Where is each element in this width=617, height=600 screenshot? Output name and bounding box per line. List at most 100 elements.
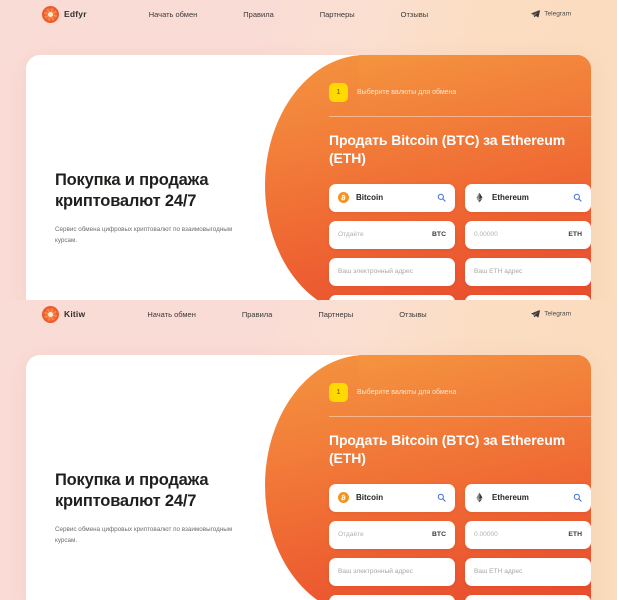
nav-item-partners[interactable]: Партнеры [320,10,355,19]
give-ticker: BTC [432,231,446,239]
telegram-link[interactable]: Telegram [531,310,571,319]
email-placeholder: Ваш электронный адрес [338,268,413,276]
exchange-title: Продать Bitcoin (BTC) за Ethereum (ETH) [329,132,566,166]
give-amount-placeholder: Отдаёте [338,231,364,239]
give-currency-name: Bitcoin [356,193,384,203]
main-nav: Начать обмен Правила Партнеры Отзывы [147,310,426,319]
site-header: Edfyr Начать обмен Правила Партнеры Отзы… [0,0,617,28]
give-currency-select[interactable]: Bitcoin [329,183,455,212]
amount-row: Отдаёте BTC 0.00000 ETH [329,520,591,549]
site-header: Kitiw Начать обмен Правила Партнеры Отзы… [0,300,617,328]
brand-name: Kitiw [64,309,86,319]
page-title: Покупка и продажа криптовалют 24/7 [55,171,209,211]
exchange-form: 1 Выберите валюты для обмена Продать Bit… [329,383,591,600]
nav-item-rules[interactable]: Правила [243,10,273,19]
bitcoin-icon [338,192,349,204]
step-row: 1 Выберите валюты для обмена [329,83,591,102]
email-cell: Ваш электронный адрес [329,257,455,286]
get-currency-cell: Ethereum [465,483,591,512]
telegram-label: Telegram [544,10,571,18]
search-icon[interactable] [437,193,446,202]
address-row: Ваш электронный адрес Ваш ETH адрес [329,257,591,286]
flame-spiral-logo-icon [42,5,59,23]
search-icon[interactable] [437,493,446,502]
get-currency-name: Ethereum [492,193,529,203]
give-amount-cell: Отдаёте BTC [329,220,455,249]
step-number-badge: 1 [329,83,348,102]
divider [329,116,591,117]
exchange-title: Продать Bitcoin (BTC) за Ethereum (ETH) [329,432,566,466]
give-amount-input[interactable]: Отдаёте BTC [329,520,455,549]
brand-logo[interactable]: Edfyr [42,5,87,23]
get-amount-cell: 0.00000 ETH [465,220,591,249]
telegram-link[interactable]: Telegram [531,10,571,19]
nav-item-start-exchange[interactable]: Начать обмен [149,10,198,19]
telegram-label: Telegram [544,310,571,318]
hero-subtitle: Сервис обмена цифровых криптовалют по вз… [55,226,233,245]
get-amount-input[interactable]: 0.00000 ETH [465,220,591,249]
give-currency-cell: Bitcoin [329,183,455,212]
nav-item-start-exchange[interactable]: Начать обмен [147,310,196,319]
get-ticker: ETH [568,531,582,539]
step-row: 1 Выберите валюты для обмена [329,383,591,402]
hero-copy: Покупка и продажа криптовалют 24/7 Серви… [55,470,270,546]
give-amount-input[interactable]: Отдаёте BTC [329,220,455,249]
ethereum-icon [476,493,483,503]
nav-item-rules[interactable]: Правила [242,310,272,319]
extra-left-cell [329,594,455,600]
ethereum-icon [476,193,483,203]
get-currency-select[interactable]: Ethereum [465,483,591,512]
main-nav: Начать обмен Правила Партнеры Отзывы [149,10,428,19]
amount-row: Отдаёте BTC 0.00000 ETH [329,220,591,249]
get-amount-cell: 0.00000 ETH [465,520,591,549]
address-row: Ваш электронный адрес Ваш ETH адрес [329,557,591,586]
nav-item-partners[interactable]: Партнеры [318,310,353,319]
give-amount-cell: Отдаёте BTC [329,520,455,549]
page-instance: Kitiw Начать обмен Правила Партнеры Отзы… [0,300,617,600]
hero-subtitle: Сервис обмена цифровых криптовалют по вз… [55,526,233,545]
brand-name: Edfyr [64,9,87,19]
nav-item-reviews[interactable]: Отзывы [401,10,428,19]
get-currency-cell: Ethereum [465,183,591,212]
wallet-address-field[interactable]: Ваш ETH адрес [465,257,591,286]
get-currency-select[interactable]: Ethereum [465,183,591,212]
page-instance: Edfyr Начать обмен Правила Партнеры Отзы… [0,0,617,300]
get-currency-name: Ethereum [492,493,529,503]
get-ticker: ETH [568,231,582,239]
give-amount-placeholder: Отдаёте [338,531,364,539]
nav-item-reviews[interactable]: Отзывы [399,310,426,319]
wallet-address-placeholder: Ваш ETH адрес [474,268,523,276]
email-placeholder: Ваш электронный адрес [338,568,413,576]
give-currency-name: Bitcoin [356,493,384,503]
hero-copy: Покупка и продажа криптовалют 24/7 Серви… [55,170,270,246]
extra-right-field[interactable] [465,594,591,600]
email-field[interactable]: Ваш электронный адрес [329,557,455,586]
page-title: Покупка и продажа криптовалют 24/7 [55,471,209,511]
telegram-paper-plane-icon [531,10,541,19]
brand-logo[interactable]: Kitiw [42,305,86,323]
flame-spiral-logo-icon [42,305,59,323]
currency-select-row: Bitcoin Ethereum [329,183,591,212]
step-label: Выберите валюты для обмена [357,89,457,96]
search-icon[interactable] [573,193,582,202]
search-icon[interactable] [573,493,582,502]
hero-card: Покупка и продажа криптовалют 24/7 Серви… [26,355,591,600]
get-amount-placeholder: 0.00000 [474,531,498,539]
currency-select-row: Bitcoin Ethereum [329,483,591,512]
email-cell: Ваш электронный адрес [329,557,455,586]
get-amount-input[interactable]: 0.00000 ETH [465,520,591,549]
email-field[interactable]: Ваш электронный адрес [329,257,455,286]
step-label: Выберите валюты для обмена [357,389,457,396]
extra-left-field[interactable] [329,594,455,600]
get-amount-placeholder: 0.00000 [474,231,498,239]
bitcoin-icon [338,492,349,504]
give-currency-select[interactable]: Bitcoin [329,483,455,512]
exchange-form: 1 Выберите валюты для обмена Продать Bit… [329,83,591,300]
telegram-paper-plane-icon [531,310,541,319]
extra-row-clipped [329,594,591,600]
extra-right-cell [465,594,591,600]
hero-card: Покупка и продажа криптовалют 24/7 Серви… [26,55,591,300]
wallet-address-field[interactable]: Ваш ETH адрес [465,557,591,586]
step-number-badge: 1 [329,383,348,402]
wallet-address-cell: Ваш ETH адрес [465,557,591,586]
